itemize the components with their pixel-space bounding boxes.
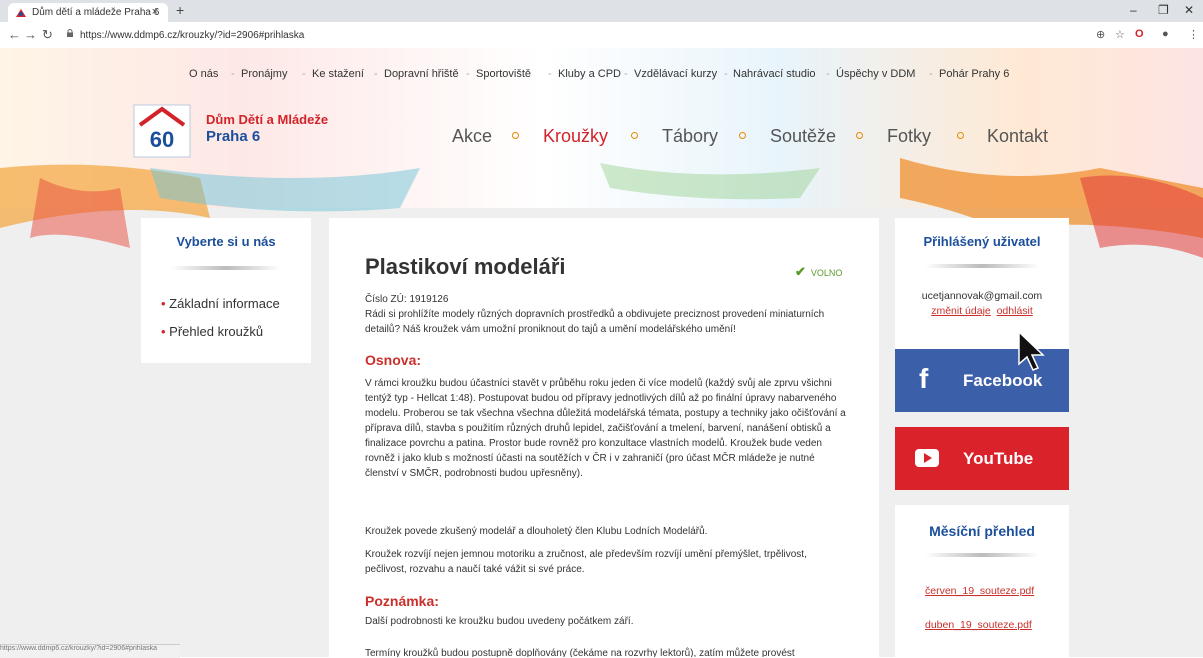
- logo-icon[interactable]: 60: [132, 103, 192, 159]
- link-prehled-krouzku[interactable]: • Přehled kroužků: [161, 324, 263, 339]
- youtube-label: YouTube: [963, 449, 1034, 468]
- main-content: Plastikoví modeláři ✔ VOLNO Číslo ZÚ: 19…: [329, 218, 879, 657]
- website: O nás - Pronájmy - Ke stažení - Dopravní…: [0, 48, 1203, 657]
- new-tab-button[interactable]: +: [176, 2, 184, 18]
- check-icon: ✔: [795, 264, 806, 279]
- reload-icon[interactable]: ↻: [42, 27, 53, 43]
- topnav-sportoviste[interactable]: Sportoviště: [476, 68, 531, 80]
- lock-icon: [67, 29, 73, 37]
- page-title: Plastikoví modeláři: [365, 254, 566, 279]
- pdf-link-duben[interactable]: duben_19_souteze.pdf: [925, 619, 1032, 631]
- left-sidebar-title: Vyberte si u nás: [176, 234, 276, 249]
- restore-icon[interactable]: ❐: [1158, 3, 1169, 17]
- topnav-o-nas[interactable]: O nás: [189, 68, 218, 80]
- change-details-link[interactable]: změnit údaje: [931, 305, 991, 317]
- svg-text:60: 60: [150, 127, 174, 152]
- course-number: Číslo ZÚ: 1919126: [365, 294, 449, 305]
- url-field[interactable]: https://www.ddmp6.cz/krouzky/?id=2906#pr…: [80, 30, 304, 41]
- bookmark-star-icon[interactable]: ☆: [1115, 28, 1125, 41]
- nav-akce[interactable]: Akce: [452, 126, 492, 147]
- nav-separator-dot: [512, 132, 519, 139]
- topnav-pronajmy[interactable]: Pronájmy: [241, 68, 287, 80]
- logout-link[interactable]: odhlásit: [997, 305, 1033, 317]
- nav-separator-dot: [631, 132, 638, 139]
- favicon-icon: [16, 9, 26, 17]
- intro-text: Rádi si prohlížíte modely různých doprav…: [365, 309, 825, 335]
- monthly-overview-panel: Měsíční přehled červen_19_souteze.pdf du…: [895, 505, 1069, 657]
- topnav-pohar[interactable]: Pohár Prahy 6: [939, 68, 1009, 80]
- youtube-button[interactable]: YouTube: [895, 427, 1069, 490]
- logo-subtitle[interactable]: Praha 6: [206, 128, 260, 145]
- facebook-icon: f: [919, 363, 929, 394]
- topnav-uspechy[interactable]: Úspěchy v DDM: [836, 68, 915, 80]
- teacher-text: Kroužek povede zkušený modelář a dlouhol…: [365, 526, 708, 537]
- pdf-link-cerven[interactable]: červen_19_souteze.pdf: [925, 585, 1034, 597]
- forward-icon[interactable]: →: [24, 27, 37, 42]
- topnav-dopravni-hriste[interactable]: Dopravní hřiště: [384, 68, 459, 80]
- back-icon[interactable]: ←: [8, 27, 21, 42]
- zoom-icon[interactable]: ⊕: [1096, 28, 1105, 41]
- note-text: Další podrobnosti ke kroužku budou uvede…: [365, 616, 634, 627]
- topnav-kluby[interactable]: Kluby a CPD: [558, 68, 621, 80]
- topnav-nahravaci-studio[interactable]: Nahrávací studio: [733, 68, 816, 80]
- nav-separator-dot: [739, 132, 746, 139]
- close-window-icon[interactable]: ✕: [1184, 3, 1194, 17]
- topnav-ke-stazeni[interactable]: Ke stažení: [312, 68, 364, 80]
- status-bar: https://www.ddmp6.cz/krouzky/?id=2906#pr…: [0, 644, 180, 658]
- youtube-icon: [915, 449, 939, 467]
- user-panel-title: Přihlášený uživatel: [923, 234, 1041, 249]
- topnav-vzdelavaci-kurzy[interactable]: Vzdělávací kurzy: [634, 68, 717, 80]
- minimize-icon[interactable]: –: [1130, 3, 1137, 17]
- nav-separator-dot: [957, 132, 964, 139]
- left-sidebar: Vyberte si u nás • Základní informace • …: [141, 218, 311, 363]
- browser-tab[interactable]: Dům dětí a mládeže Praha 6 ×: [8, 3, 168, 22]
- top-navigation: O nás - Pronájmy - Ke stažení - Dopravní…: [189, 68, 1010, 80]
- divider: [925, 553, 1039, 557]
- user-email: ucetjannovak@gmail.com: [921, 290, 1043, 302]
- address-bar: ← → ↻ https://www.ddmp6.cz/krouzky/?id=2…: [0, 22, 1203, 49]
- status-badge: ✔ VOLNO: [795, 264, 843, 279]
- logo-title[interactable]: Dům Dětí a Mládeže: [206, 112, 328, 127]
- facebook-label: Facebook: [963, 371, 1043, 390]
- benefits-text: Kroužek rozvíjí nejen jemnou motoriku a …: [365, 549, 807, 575]
- nav-kontakt[interactable]: Kontakt: [987, 126, 1048, 147]
- heading-poznamka: Poznámka:: [365, 593, 439, 609]
- divider: [171, 266, 281, 270]
- profile-icon[interactable]: ●: [1162, 28, 1169, 40]
- opera-extension-icon[interactable]: O: [1135, 28, 1144, 40]
- nav-souteze[interactable]: Soutěže: [770, 126, 836, 147]
- monthly-overview-title: Měsíční přehled: [929, 523, 1035, 539]
- divider: [925, 264, 1039, 268]
- nav-separator-dot: [856, 132, 863, 139]
- browser-tab-strip: Dům dětí a mládeže Praha 6 × + – ❐ ✕: [0, 0, 1203, 22]
- mouse-cursor-icon: [1018, 330, 1045, 371]
- link-zakladni-informace[interactable]: • Základní informace: [161, 296, 280, 311]
- heading-osnova: Osnova:: [365, 352, 422, 368]
- tab-title: Dům dětí a mládeže Praha 6: [32, 7, 160, 18]
- tab-close-icon[interactable]: ×: [152, 6, 158, 18]
- schedule-text: Termíny kroužků budou postupně doplňován…: [365, 648, 795, 657]
- nav-fotky[interactable]: Fotky: [887, 126, 931, 147]
- osnova-text: V rámci kroužku budou účastníci stavět v…: [365, 378, 846, 479]
- menu-dots-icon[interactable]: ⋮: [1188, 28, 1199, 41]
- nav-krouzky[interactable]: Kroužky: [543, 126, 608, 147]
- nav-tabory[interactable]: Tábory: [662, 126, 718, 147]
